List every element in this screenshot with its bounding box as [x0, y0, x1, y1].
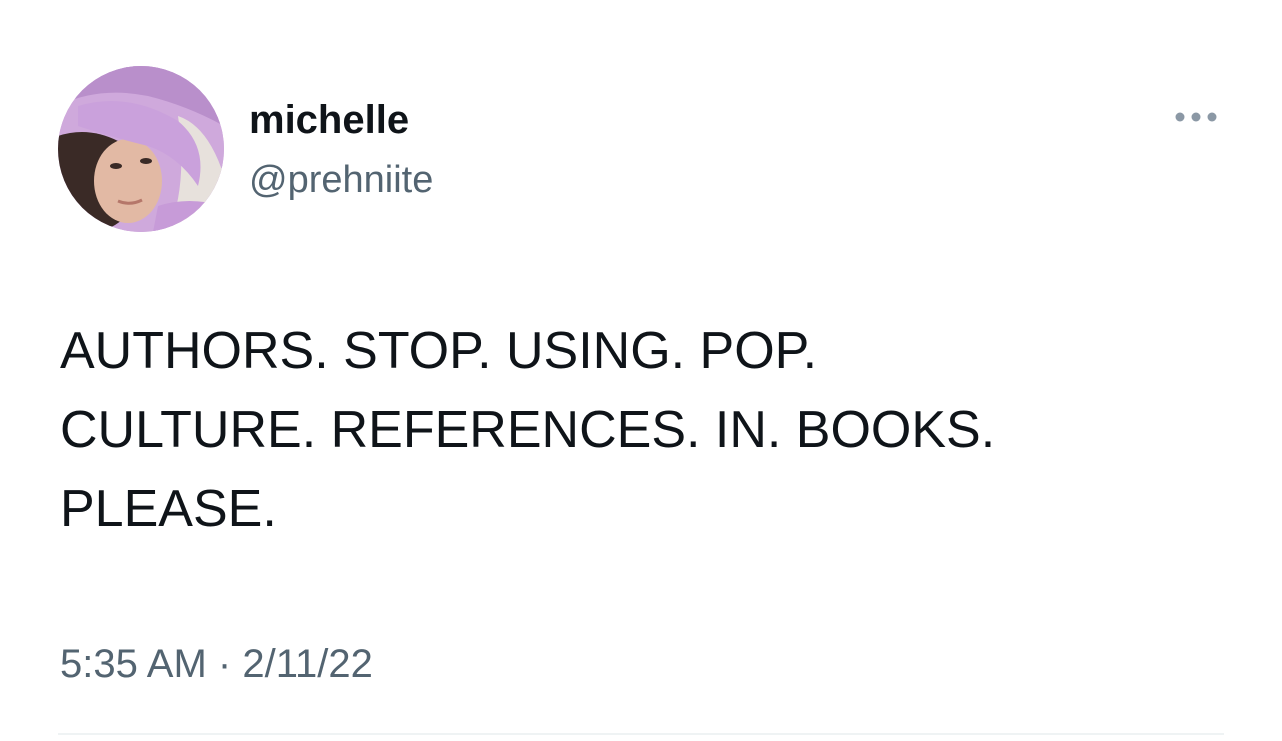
tweet-text-line: CULTURE. REFERENCES. IN. BOOKS.: [60, 401, 996, 459]
more-horizontal-icon: [1175, 112, 1217, 122]
author-display-name[interactable]: michelle: [249, 96, 409, 144]
profile-photo-icon: [58, 66, 224, 232]
tweet-text-line: AUTHORS. STOP. USING. POP.: [60, 322, 818, 380]
tweet-timestamp[interactable]: 5:35 AM · 2/11/22: [60, 640, 373, 688]
divider: [58, 733, 1224, 735]
tweet-date: 2/11/22: [242, 642, 373, 686]
author-handle[interactable]: @prehniite: [249, 157, 433, 203]
tweet-time: 5:35 AM: [60, 642, 207, 686]
tweet-text-line: PLEASE.: [60, 480, 277, 538]
meta-separator: ·: [217, 642, 232, 686]
tweet-card: michelle @prehniite AUTHORS. STOP. USING…: [0, 0, 1282, 741]
avatar[interactable]: [58, 66, 224, 232]
more-options-button[interactable]: [1168, 100, 1224, 134]
tweet-text: AUTHORS. STOP. USING. POP. CULTURE. REFE…: [60, 312, 1240, 549]
